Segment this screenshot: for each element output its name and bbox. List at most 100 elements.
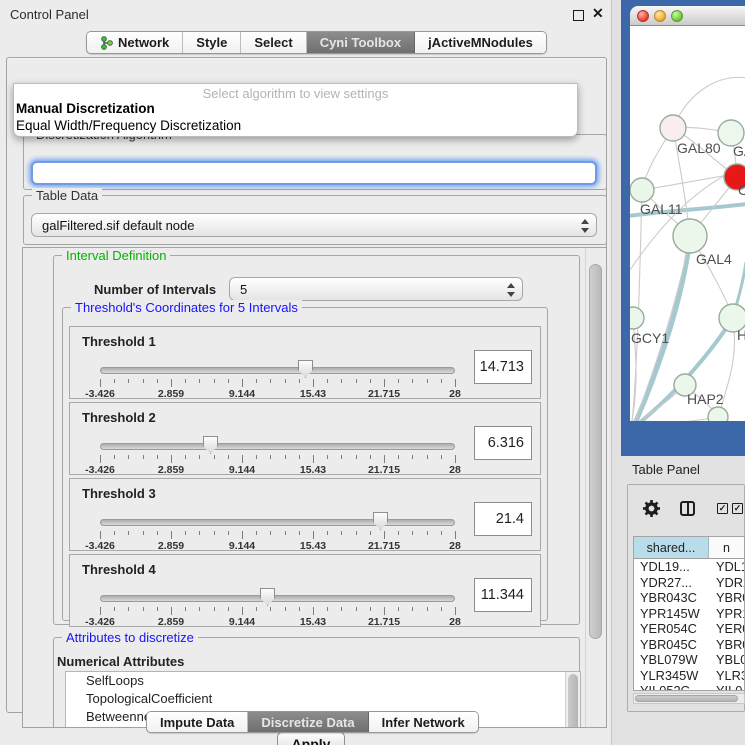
slider-ticks bbox=[100, 531, 456, 540]
cell-name: YER0 bbox=[709, 621, 744, 637]
list-scrollbar[interactable] bbox=[565, 672, 580, 727]
close-icon[interactable]: ✕ bbox=[592, 5, 604, 22]
slider-thumb[interactable] bbox=[260, 588, 275, 606]
table-row[interactable]: YBL079WYBL0 bbox=[634, 652, 744, 668]
popup-option[interactable]: Manual Discretization bbox=[14, 101, 577, 118]
tab-infer-network[interactable]: Infer Network bbox=[369, 712, 478, 732]
table-row[interactable]: YPR145WYPR1 bbox=[634, 606, 744, 622]
columns-icon[interactable] bbox=[680, 501, 695, 516]
tab-jactivemnodules[interactable]: jActiveMNodules bbox=[415, 32, 546, 53]
tab-network[interactable]: Network bbox=[87, 32, 183, 53]
network-node[interactable] bbox=[660, 115, 686, 141]
threshold-slider[interactable] bbox=[100, 595, 455, 602]
column-header[interactable]: shared... bbox=[634, 537, 709, 558]
zoom-traffic-light-icon[interactable] bbox=[671, 10, 683, 22]
network-node[interactable] bbox=[673, 219, 707, 253]
table-data-combobox[interactable]: galFiltered.sif default node bbox=[31, 213, 597, 237]
stepper-arrows-icon bbox=[580, 218, 589, 234]
minimize-traffic-light-icon[interactable] bbox=[654, 10, 666, 22]
cell-shared-name: YER054C bbox=[634, 621, 709, 637]
close-traffic-light-icon[interactable] bbox=[637, 10, 649, 22]
algorithm-combobox[interactable] bbox=[31, 161, 597, 185]
cell-shared-name: YLR345W bbox=[634, 668, 709, 684]
cell-shared-name: YBR045C bbox=[634, 637, 709, 653]
intervals-value: 5 bbox=[240, 282, 247, 297]
cell-shared-name: YBR043C bbox=[634, 590, 709, 606]
slider-tick-labels: -3.4262.8599.14415.4321.71528 bbox=[100, 388, 456, 399]
threshold-label: Threshold 3 bbox=[82, 486, 156, 501]
threshold-value-field[interactable]: 6.316 bbox=[474, 426, 532, 460]
tab-label: Style bbox=[196, 35, 227, 50]
cell-name: YIL0 bbox=[709, 683, 744, 691]
table-panel: ✓ ✓ shared...n YDL19...YDL1YDR27...YDR2Y… bbox=[627, 484, 745, 712]
cell-shared-name: YIL052C bbox=[634, 683, 709, 691]
network-node[interactable] bbox=[630, 178, 654, 202]
stepper-arrows-icon bbox=[506, 282, 515, 298]
cell-name: YLR3 bbox=[709, 668, 744, 684]
network-canvas[interactable]: GAL80GACGAL11GAL4GCY1HHAP2 bbox=[630, 26, 745, 421]
threshold-value-field[interactable]: 11.344 bbox=[474, 578, 532, 612]
popup-hint: Select algorithm to view settings bbox=[14, 84, 577, 101]
node-label: C bbox=[738, 182, 745, 198]
network-window-titlebar[interactable] bbox=[630, 6, 745, 26]
cyni-toolbox-panel: Discretization Algorithm Table Data galF… bbox=[6, 57, 607, 713]
slider-thumb[interactable] bbox=[203, 436, 218, 454]
number-of-intervals-label: Number of Intervals bbox=[94, 282, 216, 297]
vertical-scrollbar[interactable] bbox=[585, 248, 606, 727]
popup-option[interactable]: Equal Width/Frequency Discretization bbox=[14, 118, 577, 135]
tab-impute-data[interactable]: Impute Data bbox=[147, 712, 248, 732]
threshold-slider[interactable] bbox=[100, 519, 455, 526]
group-title: Threshold's Coordinates for 5 Intervals bbox=[71, 300, 302, 315]
attribute-item[interactable]: SelfLoops bbox=[66, 672, 580, 690]
slider-tick-labels: -3.4262.8599.14415.4321.71528 bbox=[100, 464, 456, 475]
network-node[interactable] bbox=[630, 307, 644, 329]
numerical-attributes-label: Numerical Attributes bbox=[57, 654, 184, 669]
tab-style[interactable]: Style bbox=[183, 32, 241, 53]
number-of-intervals-combobox[interactable]: 5 bbox=[229, 277, 523, 301]
network-node[interactable] bbox=[708, 407, 728, 421]
table-row[interactable]: YBR043CYBR0 bbox=[634, 590, 744, 606]
table-panel-title: Table Panel bbox=[632, 462, 700, 477]
column-header[interactable]: n bbox=[709, 537, 744, 558]
panel-title: Control Panel bbox=[10, 7, 89, 22]
attribute-item[interactable]: TopologicalCoefficient bbox=[66, 690, 580, 708]
network-icon bbox=[100, 36, 113, 50]
threshold-value-field[interactable]: 21.4 bbox=[474, 502, 532, 536]
tab-select[interactable]: Select bbox=[241, 32, 306, 53]
apply-button[interactable]: Apply bbox=[277, 732, 345, 745]
slider-thumb[interactable] bbox=[298, 360, 313, 378]
checkbox-icon[interactable]: ✓ bbox=[732, 503, 743, 514]
threshold-value-field[interactable]: 14.713 bbox=[474, 350, 532, 384]
table-row[interactable]: YDR27...YDR2 bbox=[634, 575, 744, 591]
threshold-slider[interactable] bbox=[100, 443, 455, 450]
bottom-tab-bar: Impute DataDiscretize Data Infer Network bbox=[146, 711, 479, 733]
node-label: GAL11 bbox=[640, 201, 683, 217]
table-toolbar: ✓ ✓ bbox=[628, 497, 744, 525]
top-tab-bar: Network Style SelectCyni ToolboxjActiveMNo… bbox=[86, 31, 547, 54]
checkbox-icon[interactable]: ✓ bbox=[717, 503, 728, 514]
tab-cyni-toolbox[interactable]: Cyni Toolbox bbox=[307, 32, 415, 53]
cell-shared-name: YBL079W bbox=[634, 652, 709, 668]
node-label: GAL80 bbox=[677, 140, 721, 156]
table-row[interactable]: YDL19...YDL1 bbox=[634, 559, 744, 575]
horizontal-scrollbar[interactable] bbox=[633, 693, 745, 704]
threshold-slider[interactable] bbox=[100, 367, 455, 374]
network-edge bbox=[632, 190, 642, 421]
threshold-label: Threshold 4 bbox=[82, 562, 156, 577]
table-header: shared...n bbox=[634, 537, 744, 559]
threshold-label: Threshold 2 bbox=[82, 410, 156, 425]
table-row[interactable]: YER054CYER0 bbox=[634, 621, 744, 637]
slider-ticks bbox=[100, 379, 456, 388]
thresholds-group: Threshold's Coordinates for 5 Intervals … bbox=[62, 307, 548, 621]
table-row[interactable]: YIL052CYIL0 bbox=[634, 683, 744, 691]
table-row[interactable]: YBR045CYBR0 bbox=[634, 637, 744, 653]
slider-thumb[interactable] bbox=[373, 512, 388, 530]
tab-discretize-data[interactable]: Discretize Data bbox=[248, 712, 368, 732]
threshold-row: Threshold 2 -3.4262.8599.14415.4321.71528… bbox=[69, 402, 541, 475]
gear-icon[interactable] bbox=[643, 500, 660, 522]
tab-label: Infer Network bbox=[382, 715, 465, 730]
float-window-icon[interactable] bbox=[573, 10, 584, 21]
table-data-value: galFiltered.sif default node bbox=[42, 218, 194, 233]
table-row[interactable]: YLR345WYLR3 bbox=[634, 668, 744, 684]
node-table[interactable]: shared...n YDL19...YDL1YDR27...YDR2YBR04… bbox=[633, 536, 745, 691]
